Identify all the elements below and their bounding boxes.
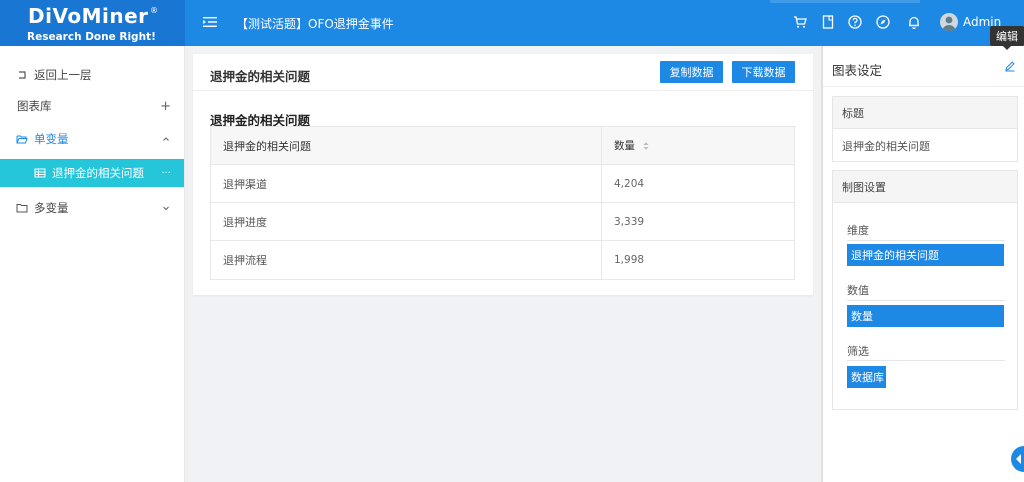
chevron-up-icon [163,137,169,141]
user-avatar[interactable] [940,13,958,31]
dimension-chip[interactable]: 退押金的相关问题 [847,244,1004,266]
sidebar-item-refund-questions[interactable]: 退押金的相关问题 ··· [0,159,184,187]
folder-icon [16,204,28,213]
folder-open-icon [16,135,28,144]
logo-text: DiVoMiner [28,4,149,28]
user-avatar-icon [942,16,956,31]
sort-icon[interactable] [643,141,649,151]
chart-settings-panel: 图表设定 标题 退押金的相关问题 制图设置 维度 退押金的相关问题 数值 数量 … [821,46,1024,482]
table-row: 退押渠道 4,204 [211,165,794,203]
add-chart-icon[interactable]: + [160,99,171,114]
panel-collapse-handle[interactable] [1011,446,1024,472]
filter-label: 筛选 [847,345,869,358]
column-header-question[interactable]: 退押金的相关问题 [223,127,311,164]
table-cell-question: 退押进度 [223,215,267,229]
table-icon [34,168,46,178]
copy-data-button[interactable]: 复制数据 [660,61,723,83]
table-cell-question: 退押流程 [223,254,267,267]
value-divider [847,300,1005,301]
main-panel: 退押金的相关问题 复制数据 下载数据 退押金的相关问题 退押金的相关问题 数量 … [193,54,813,295]
cart-icon[interactable] [792,14,808,30]
sidebar: 返回上一层 图表库 + 单变量 退押金的相关问题 ··· 多变量 [0,46,185,482]
logo[interactable]: DiVoMiner ® Research Done Right! [0,0,185,46]
chevron-down-icon [163,206,169,211]
table-cell-count: 1,998 [614,254,645,266]
menu-collapse-icon[interactable] [202,14,218,30]
table-cell-count: 4,204 [614,177,645,190]
table-header-row: 退押金的相关问题 数量 [211,127,794,165]
title-section-header: 标题 [833,97,1017,129]
dimension-label: 维度 [847,224,869,237]
table-cell-count: 3,339 [614,215,645,228]
sidebar-back[interactable]: 返回上一层 [0,61,184,89]
column-divider [601,127,602,164]
column-header-count-label: 数量 [614,140,635,152]
panel-divider [823,86,1024,87]
data-table: 退押金的相关问题 数量 退押渠道 4,204 退押进度 3,339 退押流程 1… [210,126,795,280]
sidebar-chart-library[interactable]: 图表库 + [0,92,184,120]
sidebar-chart-library-label: 图表库 [17,99,52,113]
chart-settings-title: 图表设定 [832,63,883,78]
filter-divider [847,360,1005,361]
main-panel-title: 退押金的相关问题 [210,69,311,84]
sidebar-item-univariate[interactable]: 单变量 [0,125,184,153]
chart-title-value[interactable]: 退押金的相关问题 [833,129,1017,154]
header-highlight [770,0,920,3]
sidebar-univariate-label: 单变量 [34,132,69,146]
document-icon[interactable] [820,14,836,30]
sidebar-multivariate-label: 多变量 [34,201,69,215]
edit-icon[interactable] [1004,60,1016,72]
logo-registered-mark: ® [150,6,158,15]
page-title: 【测试活题】OFO退押金事件 [236,17,394,31]
main-panel-header: 退押金的相关问题 复制数据 下载数据 [193,54,813,91]
edit-tooltip: 编辑 [990,26,1024,46]
help-icon[interactable] [847,14,863,30]
compass-icon[interactable] [875,14,891,30]
column-divider [601,241,602,279]
chart-settings-section: 制图设置 维度 退押金的相关问题 数值 数量 筛选 数据库 [832,170,1018,410]
dimension-divider [847,240,1005,241]
filter-chip[interactable]: 数据库 [847,366,886,388]
chart-settings-section-header: 制图设置 [833,171,1017,203]
download-data-button[interactable]: 下载数据 [732,61,795,83]
column-divider [601,203,602,240]
bell-icon[interactable] [906,14,922,30]
title-section: 标题 退押金的相关问题 [832,96,1018,162]
column-divider [601,165,602,202]
table-row: 退押流程 1,998 [211,241,794,279]
edit-tooltip-arrow [1003,46,1011,50]
top-header: DiVoMiner ® Research Done Right! 【测试活题】O… [0,0,1024,46]
value-chip[interactable]: 数量 [847,305,1004,327]
table-cell-question: 退押渠道 [223,177,267,191]
caret-left-icon [1016,454,1021,464]
logo-tagline: Research Done Right! [27,31,156,43]
sidebar-item-multivariate[interactable]: 多变量 [0,194,184,222]
sidebar-back-label: 返回上一层 [34,68,92,82]
column-header-count[interactable]: 数量 [614,127,649,164]
sidebar-refund-questions-label: 退押金的相关问题 [52,166,144,180]
table-row: 退押进度 3,339 [211,203,794,241]
value-label: 数值 [847,284,869,297]
back-icon [19,71,26,79]
more-options-icon[interactable]: ··· [161,168,171,179]
